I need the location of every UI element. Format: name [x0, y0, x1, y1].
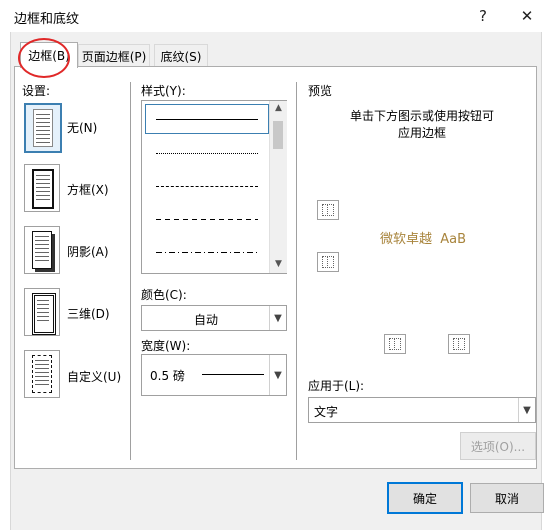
tab-page-border[interactable]: 页面边框(P): [78, 44, 150, 67]
width-dropdown[interactable]: 0.5 磅 ▼: [141, 354, 287, 396]
long-dash-line-sample[interactable]: [156, 219, 258, 220]
help-button[interactable]: ?: [468, 2, 498, 30]
color-dropdown[interactable]: 自动 ▼: [141, 305, 287, 331]
setting-none-icon[interactable]: [24, 103, 62, 153]
apply-to-label: 应用于(L):: [308, 379, 365, 393]
dash-dot-line-sample[interactable]: [156, 252, 258, 253]
preview-instruction-1: 单击下方图示或使用按钮可: [349, 109, 494, 123]
dashed-line-sample[interactable]: [156, 186, 258, 187]
background-document-right: [541, 32, 559, 530]
color-value: 自动: [193, 313, 218, 327]
setting-shadow-label[interactable]: 阴影(A): [67, 243, 109, 260]
setting-box-label[interactable]: 方框(X): [67, 181, 109, 198]
setting-custom-icon[interactable]: [24, 350, 60, 398]
width-line-sample: [202, 374, 264, 375]
top-border-button[interactable]: [317, 200, 339, 220]
right-border-button[interactable]: [448, 334, 470, 354]
setting-3d-label[interactable]: 三维(D): [67, 305, 110, 322]
setting-none-label[interactable]: 无(N): [67, 119, 97, 136]
annotation-circle: [18, 38, 70, 78]
style-heading: 样式(Y):: [141, 84, 186, 98]
setting-shadow-icon[interactable]: [24, 226, 60, 274]
divider-left: [130, 82, 131, 460]
divider-right: [296, 82, 297, 460]
color-label: 颜色(C):: [141, 288, 187, 302]
preview-heading: 预览: [308, 84, 333, 98]
style-list-scrollbar[interactable]: ▲ ▼: [269, 101, 287, 273]
chevron-down-icon[interactable]: ▼: [269, 355, 286, 395]
line-style-selected[interactable]: [145, 104, 269, 134]
left-border-button[interactable]: [384, 334, 406, 354]
ok-button[interactable]: 确定: [387, 482, 463, 514]
scroll-thumb[interactable]: [273, 121, 283, 149]
options-button[interactable]: 选项(O)...: [460, 432, 536, 460]
dotted-line-sample[interactable]: [156, 153, 258, 154]
setting-box-icon[interactable]: [24, 164, 60, 212]
preview-instruction-2: 应用边框: [397, 126, 446, 140]
apply-to-value: 文字: [314, 405, 339, 419]
close-button[interactable]: ✕: [512, 2, 542, 30]
setting-3d-icon[interactable]: [24, 288, 60, 336]
scroll-up-icon[interactable]: ▲: [270, 103, 287, 113]
scroll-down-icon[interactable]: ▼: [270, 259, 287, 269]
chevron-down-icon[interactable]: ▼: [518, 398, 535, 422]
width-label: 宽度(W):: [141, 339, 191, 353]
background-document-left: [0, 32, 11, 530]
width-value: 0.5 磅: [150, 369, 185, 383]
line-style-list[interactable]: ▲ ▼: [141, 100, 287, 274]
dialog-title: 边框和底纹: [14, 12, 80, 27]
cancel-button[interactable]: 取消: [470, 483, 544, 513]
solid-line-sample: [156, 119, 258, 120]
tab-shading[interactable]: 底纹(S): [154, 44, 208, 67]
bottom-border-button[interactable]: [317, 252, 339, 272]
apply-to-dropdown[interactable]: 文字 ▼: [308, 397, 536, 423]
preview-sample-text[interactable]: 微软卓越 AaB: [380, 228, 466, 247]
settings-heading: 设置:: [22, 84, 51, 98]
chevron-down-icon[interactable]: ▼: [269, 306, 286, 330]
setting-custom-label[interactable]: 自定义(U): [67, 368, 121, 385]
